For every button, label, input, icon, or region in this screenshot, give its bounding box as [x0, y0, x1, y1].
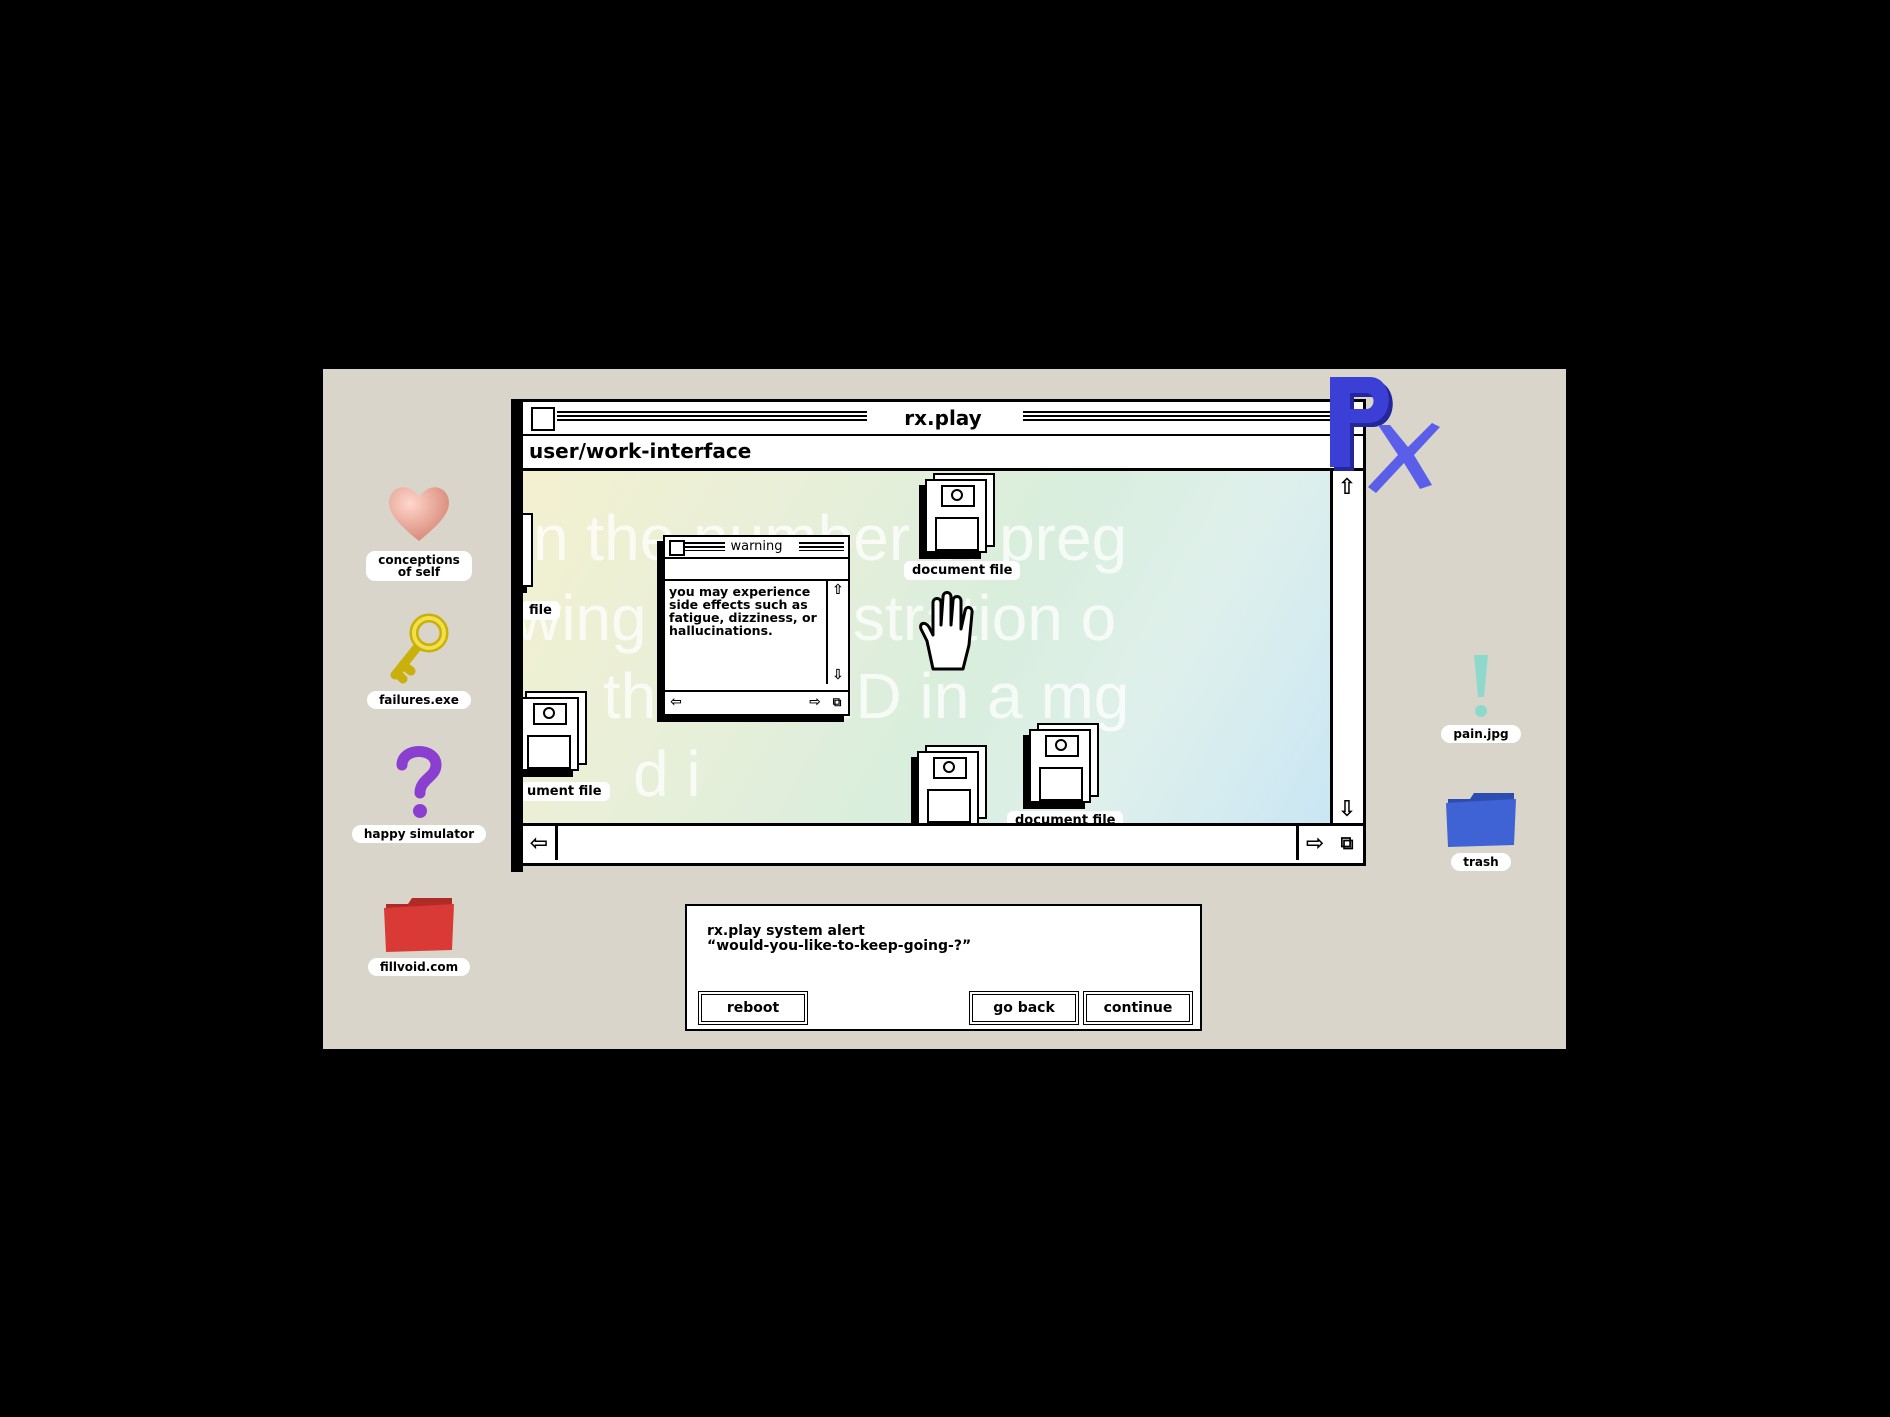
file-label[interactable]: document file [904, 561, 1021, 580]
question-mark-icon [349, 731, 489, 821]
scroll-right-arrow-icon[interactable]: ⇨ [1301, 829, 1329, 857]
continue-button[interactable]: continue [1083, 991, 1193, 1025]
icon-label: failures.exe [367, 691, 471, 709]
rx-play-window: rx.play user/work-interface n the number… [511, 399, 1366, 872]
desktop-icon-conceptions-of-self[interactable]: conceptions of self [349, 457, 489, 581]
file-label[interactable]: file [523, 601, 560, 620]
system-alert-dialog: rx.play system alert “would-you-like-to-… [685, 904, 1202, 1031]
alert-question: “would-you-like-to-keep-going-?” [707, 938, 972, 954]
exclamation-icon [1411, 631, 1551, 721]
resize-box-icon[interactable]: ⧉ [828, 693, 846, 711]
scroll-left-arrow-icon[interactable]: ⇦ [525, 829, 553, 857]
hand-cursor-icon [919, 589, 979, 677]
window-content: n the number of preg wing administration… [523, 471, 1336, 825]
warning-titlebar[interactable]: warning [665, 537, 848, 559]
warning-horizontal-scrollbar[interactable]: ⇦ ⇨ ⧉ [665, 690, 848, 714]
icon-label: conceptions of self [366, 551, 472, 581]
reboot-button[interactable]: reboot [698, 991, 808, 1025]
horizontal-scrollbar[interactable]: ⇦ ⇨ ⧉ [523, 823, 1363, 863]
scroll-down-arrow-icon[interactable]: ⇩ [829, 666, 847, 684]
scroll-left-arrow-icon[interactable]: ⇦ [667, 693, 685, 711]
alert-title: rx.play system alert [707, 923, 865, 939]
file-label[interactable]: ument file [523, 782, 610, 801]
warning-dialog: warning you may experience side effects … [663, 535, 850, 716]
desktop-icon-happy-simulator[interactable]: happy simulator [349, 731, 489, 843]
heart-icon [349, 457, 489, 547]
floppy-disk-icon[interactable] [917, 745, 987, 825]
folder-icon [349, 864, 489, 954]
warning-message: you may experience side effects such as … [669, 584, 817, 638]
rx-logo [1328, 375, 1448, 499]
window-title: rx.play [523, 406, 1363, 430]
vertical-scrollbar[interactable]: ⇧ ⇩ [1330, 471, 1363, 825]
path-text: user/work-interface [529, 439, 752, 463]
desktop: conceptions of self failures.exe happy s… [323, 369, 1566, 1049]
desktop-icon-failures-exe[interactable]: failures.exe [349, 597, 489, 709]
icon-label: trash [1451, 853, 1511, 871]
floppy-disk-icon[interactable] [925, 473, 995, 553]
background-text: d i [633, 738, 701, 810]
icon-label: fillvoid.com [367, 958, 471, 976]
icon-label: happy simulator [351, 825, 487, 843]
scroll-down-arrow-icon[interactable]: ⇩ [1333, 795, 1361, 823]
scroll-up-arrow-icon[interactable]: ⇧ [829, 581, 847, 599]
desktop-icon-trash[interactable]: trash [1411, 759, 1551, 871]
scroll-right-arrow-icon[interactable]: ⇨ [806, 693, 824, 711]
resize-box-icon[interactable]: ⧉ [1333, 829, 1361, 857]
desktop-icon-fillvoid[interactable]: fillvoid.com [349, 864, 489, 976]
folder-icon [1411, 759, 1551, 849]
warning-vertical-scrollbar[interactable]: ⇧ ⇩ [826, 581, 848, 684]
floppy-disk-icon[interactable] [523, 691, 587, 771]
key-icon [349, 597, 489, 687]
warning-toolbar [665, 559, 848, 581]
window-shadow [511, 399, 523, 872]
window-titlebar[interactable]: rx.play [523, 402, 1363, 436]
floppy-disk-icon[interactable] [1029, 723, 1099, 803]
desktop-icon-pain-jpg[interactable]: pain.jpg [1411, 631, 1551, 743]
icon-label: pain.jpg [1441, 725, 1521, 743]
go-back-button[interactable]: go back [969, 991, 1079, 1025]
floppy-disk-icon[interactable] [523, 513, 535, 587]
warning-title: warning [665, 539, 848, 554]
path-bar: user/work-interface [523, 436, 1363, 471]
